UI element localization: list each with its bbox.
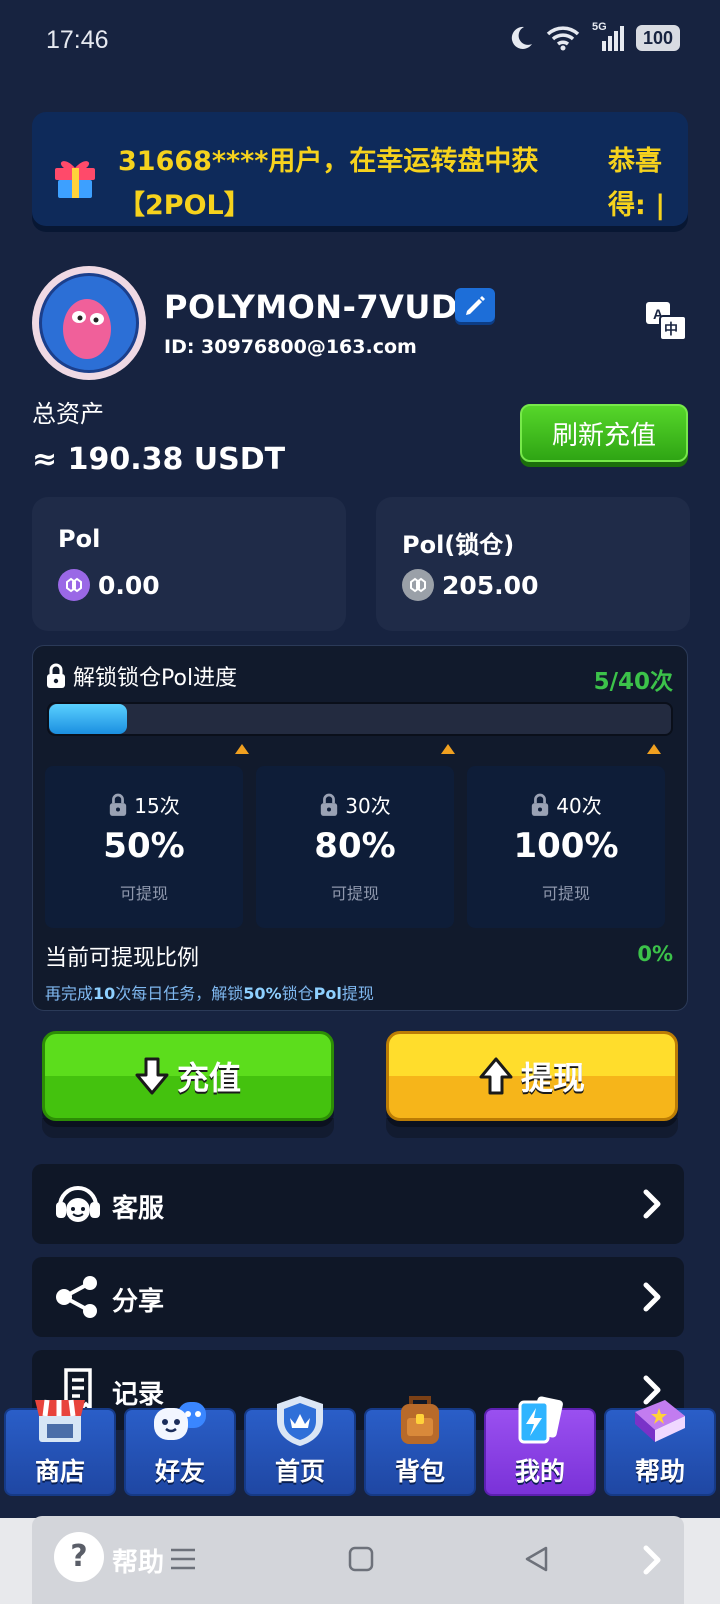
edit-name-button[interactable]	[455, 288, 495, 322]
tier-card-40: 40次 100% 可提现	[467, 766, 665, 928]
banner-message: 31668****用户，在幸运转盘中获 【2POL】	[118, 146, 539, 221]
monster-avatar-icon	[63, 299, 111, 359]
nav-profile[interactable]: 我的	[484, 1396, 596, 1496]
tier-note: 可提现	[330, 884, 379, 903]
nav-shop[interactable]: 商店	[4, 1399, 116, 1496]
help-icon: ?	[54, 1532, 104, 1582]
chevron-right-icon	[643, 1282, 661, 1312]
tier-note: 可提现	[541, 884, 590, 903]
pol-locked-balance-card: Pol(锁仓) 205.00	[376, 497, 690, 631]
backpack-icon	[401, 1396, 439, 1444]
recent-apps-icon[interactable]	[170, 1548, 196, 1570]
headset-icon	[56, 1186, 100, 1222]
svg-text:中: 中	[664, 321, 678, 338]
cards-icon	[518, 1396, 563, 1444]
home-shield-icon	[277, 1396, 323, 1446]
withdraw-button-shadow	[386, 1118, 678, 1138]
tier-percent: 50%	[103, 826, 185, 866]
username: POLYMON-7VUD3	[164, 288, 481, 326]
refresh-recharge-button[interactable]: 刷新充值	[520, 404, 688, 462]
user-id: ID: 30976800@163.com	[164, 336, 417, 358]
battery-indicator: 100	[635, 25, 680, 51]
total-assets-value: ≈ 190.38 USDT	[32, 442, 286, 477]
avatar[interactable]	[32, 266, 146, 380]
wifi-icon	[546, 26, 580, 51]
home-button-icon[interactable]	[348, 1546, 374, 1572]
tier-marker	[441, 744, 455, 754]
arrow-down-icon	[135, 1057, 169, 1095]
back-button-icon[interactable]	[524, 1546, 550, 1572]
menu-label: 分享	[112, 1287, 165, 1317]
moon-icon	[511, 26, 532, 49]
lock-icon	[321, 793, 338, 816]
lock-icon	[110, 793, 127, 816]
pol-coin-icon	[58, 569, 90, 601]
progress-bar	[47, 702, 673, 736]
chevron-right-icon	[643, 1545, 661, 1575]
nav-home[interactable]: 首页	[244, 1396, 356, 1496]
friends-icon	[154, 1402, 206, 1440]
pol-balance-card: Pol 0.00	[32, 497, 346, 631]
progress-bar-fill	[49, 704, 127, 734]
withdraw-ratio-value: 0%	[637, 942, 673, 966]
nav-friends[interactable]: 好友	[124, 1402, 236, 1496]
menu-label: 客服	[112, 1194, 165, 1224]
progress-title: 解锁锁仓Pol进度	[73, 666, 238, 691]
lock-icon	[532, 793, 549, 816]
tier-marker	[235, 744, 249, 754]
tier-marker	[647, 744, 661, 754]
balance-title: Pol(锁仓)	[402, 531, 515, 559]
menu-label: 帮助	[112, 1548, 165, 1578]
status-time: 17:46	[46, 26, 109, 54]
withdraw-ratio-label: 当前可提现比例	[45, 946, 200, 971]
tier-note: 可提现	[119, 884, 168, 903]
share-icon	[56, 1276, 97, 1318]
chevron-right-icon	[643, 1189, 661, 1219]
balance-title: Pol	[58, 525, 101, 553]
deposit-button[interactable]: 充值	[42, 1031, 334, 1121]
book-icon	[635, 1400, 685, 1442]
announcement-banner[interactable]: 31668****用户，在幸运转盘中获 【2POL】 恭喜 得: |	[32, 112, 688, 226]
progress-count: 5/40次	[593, 669, 673, 695]
system-navigation-bar: ? 帮助	[0, 1516, 720, 1604]
tier-percent: 100%	[513, 826, 619, 866]
tier-card-15: 15次 50% 可提现	[45, 766, 243, 928]
tier-percent: 80%	[314, 826, 396, 866]
banner-message-right: 恭喜 得: |	[608, 146, 666, 221]
total-assets-label: 总资产	[32, 400, 104, 428]
balance-value: 205.00	[442, 570, 539, 600]
unlock-progress-panel: 解锁锁仓Pol进度 5/40次 15次 50% 可提现 30次 80% 可提现 …	[32, 645, 688, 1011]
status-icons: 5G 100	[506, 21, 680, 52]
signal-icon: 5G	[592, 21, 624, 51]
menu-item-customer-service[interactable]: 客服	[32, 1164, 684, 1244]
progress-hint: 再完成10次每日任务，解锁50%锁仓Pol提现	[45, 984, 374, 1003]
gift-icon	[55, 161, 95, 198]
translate-icon[interactable]: A 中	[644, 300, 688, 344]
nav-backpack[interactable]: 背包	[364, 1396, 476, 1496]
deposit-button-shadow	[42, 1118, 334, 1138]
arrow-up-icon	[479, 1057, 513, 1095]
lock-icon	[47, 663, 65, 688]
withdraw-button[interactable]: 提现	[386, 1031, 678, 1121]
shop-icon	[35, 1399, 85, 1442]
balance-value: 0.00	[98, 570, 160, 600]
nav-help[interactable]: 帮助	[604, 1400, 716, 1496]
tier-card-30: 30次 80% 可提现	[256, 766, 454, 928]
menu-item-share[interactable]: 分享	[32, 1257, 684, 1337]
pol-locked-coin-icon	[402, 569, 434, 601]
pencil-icon	[466, 296, 485, 315]
